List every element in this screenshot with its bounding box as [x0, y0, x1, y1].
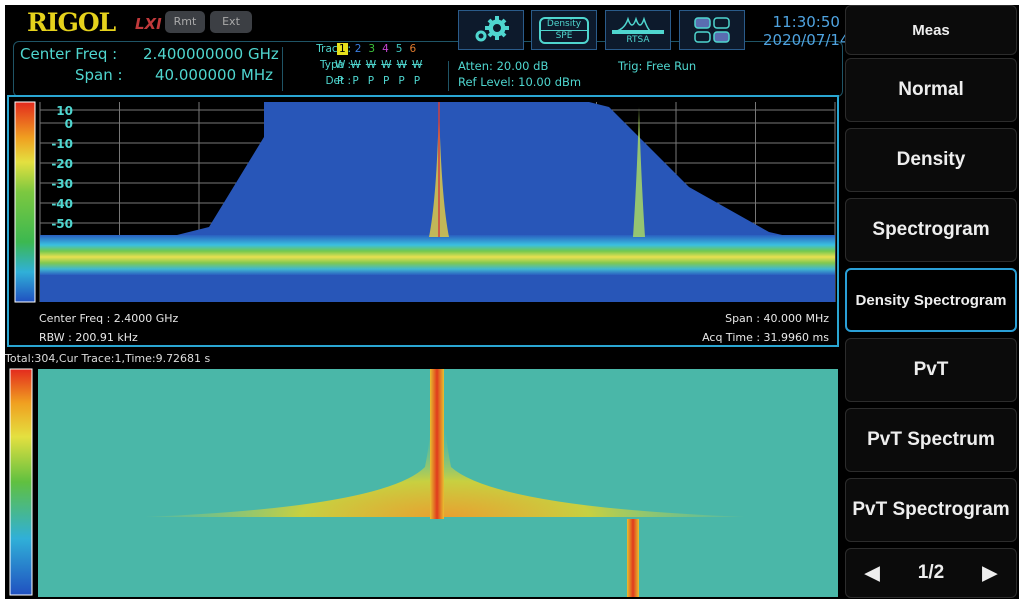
rmt-indicator: Rmt [165, 11, 205, 33]
menu-item-spectrogram[interactable]: Spectrogram [845, 198, 1017, 262]
det-3: P [367, 75, 375, 87]
menu-pager: ◀ 1/2 ▶ [845, 548, 1017, 598]
settings-button[interactable] [458, 10, 524, 50]
footer-acq-time: Acq Time : 31.9960 ms [702, 331, 829, 344]
span-value[interactable]: 40.000000 MHz [155, 66, 273, 84]
y-tick-label: -40 [51, 197, 73, 211]
det-1: P [337, 75, 344, 87]
det-4: P [383, 75, 390, 87]
footer-rbw: RBW : 200.91 kHz [39, 331, 138, 344]
rtsa-label: RTSA [626, 35, 650, 45]
density-plot-panel[interactable]: 10 0 -10 -20 -30 -40 -50 Center Freq : 2.4000 … [7, 95, 839, 347]
density-band [40, 235, 835, 275]
y-tick-label: -10 [51, 137, 73, 151]
divider [448, 61, 449, 91]
trig-value[interactable]: Trig: Free Run [618, 59, 696, 73]
type-1: W [335, 59, 346, 71]
clock: 11:30:50 2020/07/14 [763, 13, 849, 49]
density-spe-icon: Density SPE [539, 16, 589, 44]
date: 2020/07/14 [763, 31, 850, 49]
y-tick-label: -20 [51, 157, 73, 171]
lxi-logo: LXI [135, 15, 162, 33]
type-list: W W W W W W [335, 59, 422, 71]
menu-item-density[interactable]: Density [845, 128, 1017, 192]
menu-item-normal[interactable]: Normal [845, 58, 1017, 122]
color-scale-bar [9, 368, 33, 596]
y-tick-label: -30 [51, 177, 73, 191]
center-freq-value[interactable]: 2.400000000 GHz [143, 45, 279, 63]
divider [282, 47, 283, 91]
center-freq-label: Center Freq : [20, 45, 118, 63]
density-spe-button[interactable]: Density SPE [531, 10, 597, 50]
next-page-icon[interactable]: ▶ [982, 562, 997, 585]
density-text: Density [546, 18, 582, 29]
trace-2[interactable]: 2 [355, 43, 362, 55]
trace-list: 1 2 3 4 5 6 [337, 43, 416, 55]
carrier-2-trace [627, 519, 639, 597]
trace-1[interactable]: 1 [337, 43, 348, 55]
det-2: P [352, 75, 359, 87]
type-5: W [396, 59, 407, 71]
type-2: W [350, 59, 361, 71]
rtsa-button[interactable]: RTSA [605, 10, 671, 50]
time: 11:30:50 [772, 13, 840, 31]
prev-page-icon[interactable]: ◀ [865, 562, 880, 585]
spe-text: SPE [541, 29, 587, 42]
spectrogram-status: Total:304,Cur Trace:1,Time:9.72681 s [5, 352, 211, 365]
ext-indicator: Ext [210, 11, 252, 33]
rtsa-spectrum-icon [611, 16, 664, 34]
color-scale-bar [14, 101, 36, 303]
gear-icon [475, 16, 509, 42]
type-3: W [365, 59, 377, 71]
density-plot[interactable]: 100 -10 -20 -30 -40 -50 [9, 97, 837, 309]
type-6: W [411, 59, 423, 71]
carrier-1-trace [430, 369, 444, 519]
menu-item-pvt[interactable]: PvT [845, 338, 1017, 402]
atten-value[interactable]: Atten: 20.00 dB [458, 59, 548, 73]
ref-level-value[interactable]: Ref Level: 10.00 dBm [458, 75, 581, 89]
det-5: P [398, 75, 405, 87]
page-indicator: 1/2 [917, 562, 945, 583]
spectrogram-plot[interactable] [5, 367, 839, 597]
trace-3[interactable]: 3 [368, 43, 375, 55]
trace-6[interactable]: 6 [409, 43, 416, 55]
span-label: Span : [75, 66, 123, 84]
y-tick-label: 0 [65, 117, 73, 131]
type-4: W [381, 59, 392, 71]
rigol-logo: RIGOL [27, 8, 116, 37]
menu-item-density-spectrogram[interactable]: Density Spectrogram [845, 268, 1017, 332]
footer-center-freq: Center Freq : 2.4000 GHz [39, 312, 179, 325]
menu-item-pvt-spectrogram[interactable]: PvT Spectrogram [845, 478, 1017, 542]
y-tick-label: -50 [51, 217, 73, 231]
analyzer-screen: RIGOL LXI Rmt Ext Center Freq : 2.400000… [5, 5, 1019, 599]
trace-4[interactable]: 4 [382, 43, 389, 55]
layout-grid-icon [694, 17, 730, 43]
layout-button[interactable] [679, 10, 745, 50]
footer-span: Span : 40.000 MHz [725, 312, 829, 325]
y-tick-label: 10 [56, 104, 73, 118]
menu-item-meas[interactable]: Meas [845, 5, 1017, 55]
trace-5[interactable]: 5 [396, 43, 403, 55]
menu-item-pvt-spectrum[interactable]: PvT Spectrum [845, 408, 1017, 472]
det-6: P [413, 75, 421, 87]
det-list: P P P P P P [337, 75, 420, 87]
